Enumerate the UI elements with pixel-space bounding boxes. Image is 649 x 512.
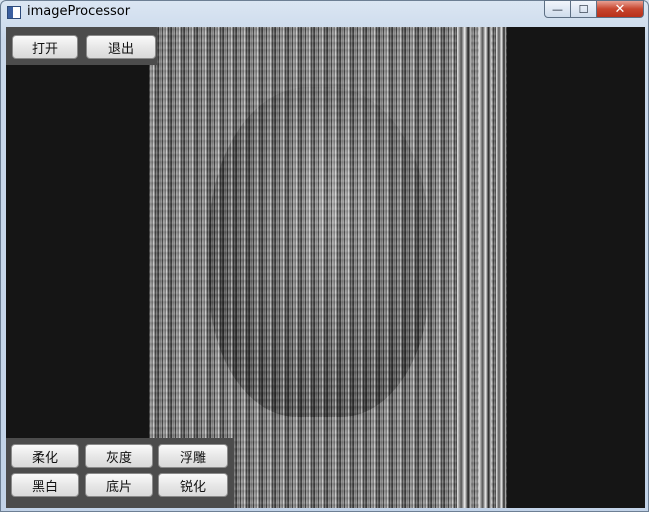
image-stripe-band (496, 27, 506, 508)
app-window: imageProcessor — ☐ ✕ 打开 退出 柔化 灰度 浮雕 黑白 底… (0, 0, 649, 512)
maximize-icon: ☐ (578, 2, 589, 16)
emboss-button[interactable]: 浮雕 (158, 444, 228, 468)
close-icon: ✕ (614, 1, 626, 17)
minimize-icon: — (552, 2, 563, 16)
minimize-button[interactable]: — (544, 0, 571, 18)
client-area: 打开 退出 柔化 灰度 浮雕 黑白 底片 锐化 (6, 27, 645, 508)
negative-button[interactable]: 底片 (85, 473, 153, 497)
close-button[interactable]: ✕ (597, 0, 644, 18)
sharpen-button[interactable]: 锐化 (158, 473, 228, 497)
title-bar[interactable]: imageProcessor — ☐ ✕ (1, 0, 648, 25)
soften-button[interactable]: 柔化 (11, 444, 79, 468)
black-white-button[interactable]: 黑白 (11, 473, 79, 497)
image-stripe-band (457, 27, 471, 508)
image-portrait-shape (209, 87, 429, 417)
maximize-button[interactable]: ☐ (571, 0, 597, 18)
grayscale-button[interactable]: 灰度 (85, 444, 153, 468)
window-title: imageProcessor (27, 4, 131, 19)
window-controls: — ☐ ✕ (544, 0, 644, 18)
exit-button[interactable]: 退出 (86, 35, 156, 59)
image-stripe-band (479, 27, 491, 508)
open-button[interactable]: 打开 (12, 35, 78, 59)
processed-image (149, 27, 507, 508)
app-icon (7, 6, 21, 19)
